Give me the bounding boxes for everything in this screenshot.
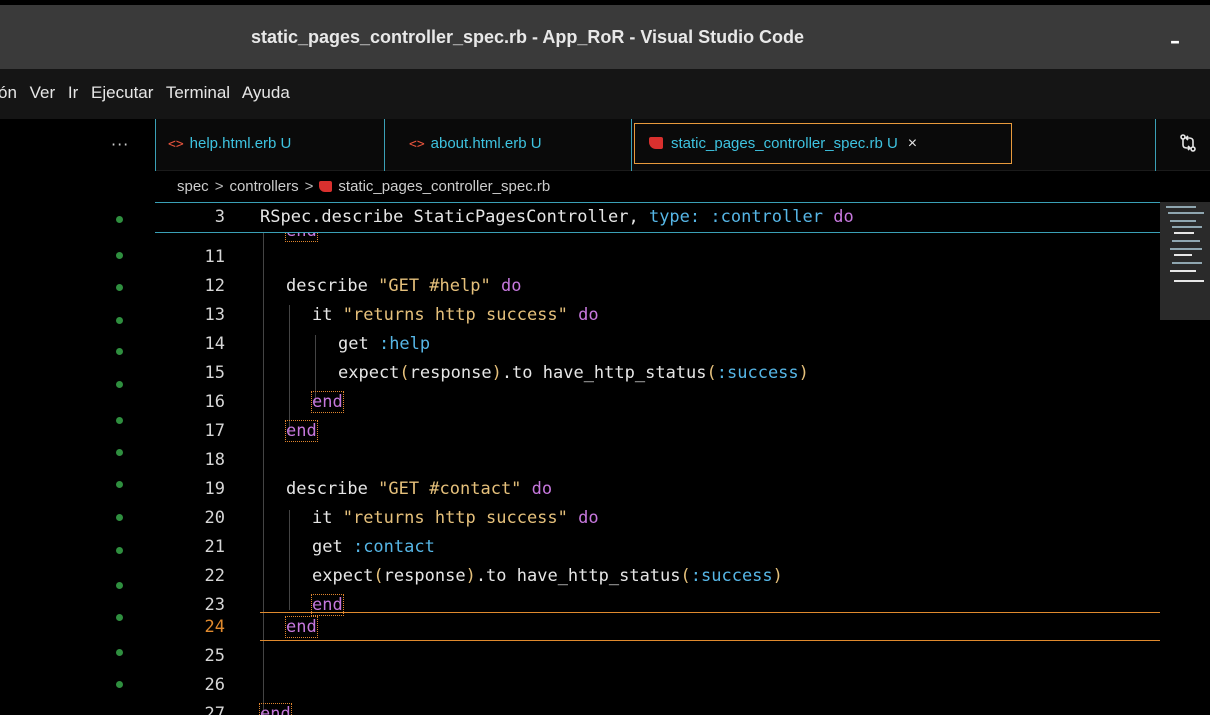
minimap-line <box>1170 248 1202 250</box>
breadcrumb-file[interactable]: static_pages_controller_spec.rb <box>338 178 550 195</box>
git-added-indicator <box>116 417 123 424</box>
code-line: expect(response).to have_http_status(:su… <box>312 566 783 586</box>
minimap[interactable] <box>1160 202 1210 715</box>
minimap-line <box>1170 220 1196 222</box>
tab-help-html-erb[interactable]: <> help.html.erb U <box>155 119 385 171</box>
html-icon: <> <box>168 137 184 152</box>
sticky-code-line: RSpec.describe StaticPagesController, ty… <box>260 207 854 227</box>
line-number: 21 <box>204 537 225 557</box>
code-line: get :contact <box>312 537 435 557</box>
menu-bar: ón Ver Ir Ejecutar Terminal Ayuda <box>0 69 1210 119</box>
tab-bar-divider <box>1155 119 1156 171</box>
window-title: static_pages_controller_spec.rb - App_Ro… <box>250 27 805 47</box>
git-added-indicator <box>116 252 123 259</box>
minimap-line <box>1174 254 1192 256</box>
sticky-scroll-header[interactable]: 3 RSpec.describe StaticPagesController, … <box>155 202 1160 233</box>
line-number: 11 <box>204 247 225 267</box>
menu-item-ir[interactable]: Ir <box>68 83 78 102</box>
git-added-indicator <box>116 284 123 291</box>
minimap-line <box>1170 270 1196 272</box>
tab-label: about.html.erb U <box>430 135 542 152</box>
code-editor[interactable]: end 3 RSpec.describe StaticPagesControll… <box>155 202 1160 715</box>
minimap-line <box>1174 280 1204 282</box>
menu-item-terminal[interactable]: Terminal <box>166 83 230 102</box>
more-icon[interactable]: ··· <box>111 135 129 154</box>
ruby-icon <box>319 181 333 192</box>
chevron-right-icon: > <box>214 178 224 195</box>
title-bar: static_pages_controller_spec.rb - App_Ro… <box>0 5 1210 69</box>
breadcrumb-controllers[interactable]: controllers <box>229 178 298 195</box>
line-number: 27 <box>204 704 225 715</box>
menu-item-ejecutar[interactable]: Ejecutar <box>91 83 153 102</box>
line-number: 19 <box>204 479 225 499</box>
tab-bar: <> help.html.erb U <> about.html.erb U sta… <box>155 119 1210 171</box>
line-number: 25 <box>204 646 225 666</box>
code-line: it "returns http success" do <box>312 305 599 325</box>
git-added-indicator <box>116 614 123 621</box>
tab-about-html-erb[interactable]: <> about.html.erb U <box>385 119 632 171</box>
code-line: end <box>259 703 292 715</box>
git-added-indicator <box>116 348 123 355</box>
menu-item-ver[interactable]: Ver <box>30 83 56 102</box>
git-added-indicator <box>116 481 123 488</box>
menu-item-seleccion[interactable]: ón <box>0 83 17 102</box>
minimap-line <box>1172 226 1202 228</box>
sidebar-gutter: ··· <box>0 119 155 715</box>
minimap-line <box>1172 240 1200 242</box>
line-number: 16 <box>204 392 225 412</box>
html-icon: <> <box>409 137 425 152</box>
tab-static-pages-controller-spec[interactable]: static_pages_controller_spec.rb U × <box>634 123 1012 164</box>
line-number: 22 <box>204 566 225 586</box>
breadcrumb-spec[interactable]: spec <box>177 178 209 195</box>
minimap-line <box>1172 262 1202 264</box>
code-line: end <box>285 420 318 442</box>
git-added-indicator <box>116 514 123 521</box>
code-line: end <box>311 391 344 413</box>
line-number: 12 <box>204 276 225 296</box>
line-number: 26 <box>204 675 225 695</box>
indent-guide <box>289 510 290 610</box>
code-line: get :help <box>338 334 431 354</box>
git-added-indicator <box>116 582 123 589</box>
line-number-current: 24 <box>204 617 225 637</box>
minimap-line <box>1166 206 1196 208</box>
git-added-indicator <box>116 547 123 554</box>
code-line: expect(response).to have_http_status(:su… <box>338 363 809 383</box>
git-added-indicator <box>116 649 123 656</box>
line-number: 3 <box>214 207 225 227</box>
chevron-right-icon: > <box>304 178 314 195</box>
minimap-line <box>1174 232 1194 234</box>
current-line-highlight <box>260 612 1160 613</box>
tab-label: help.html.erb U <box>189 135 292 152</box>
line-number: 18 <box>204 450 225 470</box>
indent-guide <box>289 305 290 435</box>
line-number: 23 <box>204 595 225 615</box>
git-added-indicator <box>116 381 123 388</box>
minimap-line <box>1168 212 1204 214</box>
line-number: 13 <box>204 305 225 325</box>
line-number: 14 <box>204 334 225 354</box>
git-added-indicator <box>116 681 123 688</box>
code-line: describe "GET #contact" do <box>286 479 553 499</box>
menu-item-ayuda[interactable]: Ayuda <box>242 83 290 102</box>
line-number: 20 <box>204 508 225 528</box>
breadcrumb: spec > controllers > static_pages_controller… <box>155 172 1210 202</box>
line-number: 17 <box>204 421 225 441</box>
git-added-indicator <box>116 449 123 456</box>
line-number: 15 <box>204 363 225 383</box>
code-line: describe "GET #help" do <box>286 276 522 296</box>
close-icon[interactable]: × <box>908 135 917 152</box>
current-line-highlight <box>260 640 1160 641</box>
compare-icon[interactable] <box>1179 133 1197 158</box>
indent-guide <box>263 233 264 715</box>
ruby-icon <box>649 137 663 149</box>
git-added-indicator <box>116 216 123 223</box>
tab-label: static_pages_controller_spec.rb U <box>671 135 898 152</box>
code-line-current: end <box>285 616 318 638</box>
git-added-indicator <box>116 317 123 324</box>
minimize-icon[interactable]: – <box>1170 29 1180 53</box>
code-line: it "returns http success" do <box>312 508 599 528</box>
